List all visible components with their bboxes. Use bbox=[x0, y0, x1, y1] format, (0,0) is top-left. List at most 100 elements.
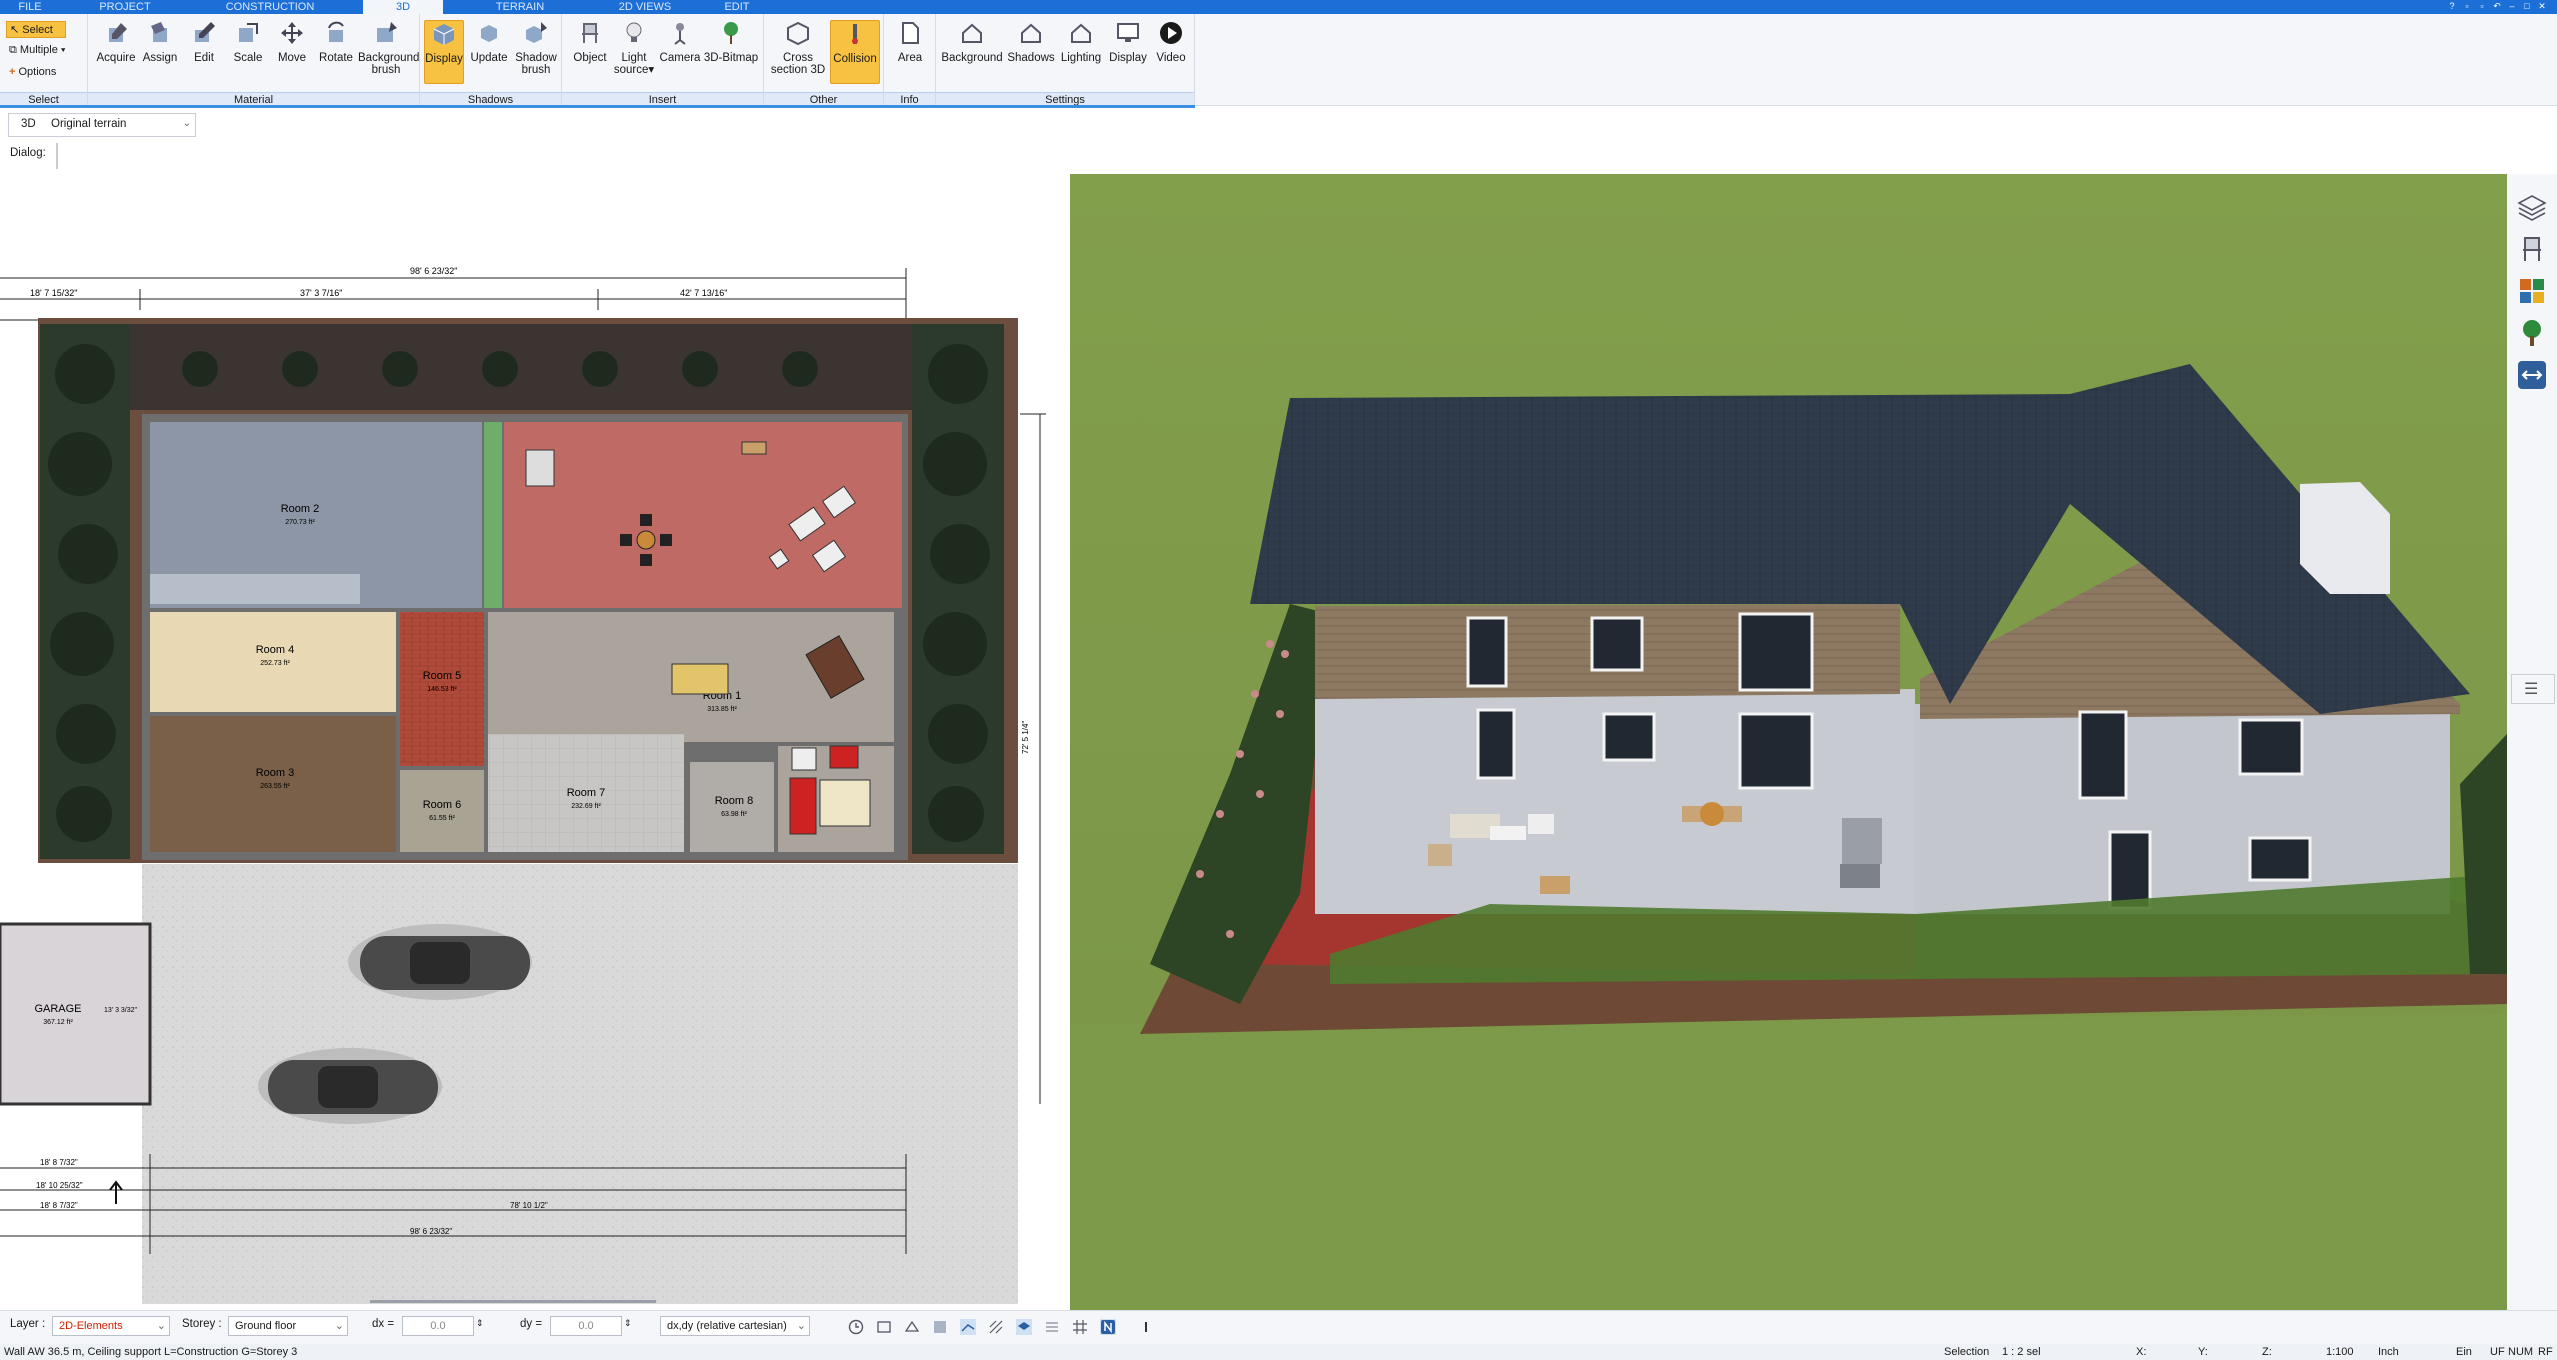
uf-indicator: UF bbox=[2490, 1346, 2505, 1358]
layer-label: Layer : bbox=[10, 1318, 46, 1330]
tab-terrain[interactable]: TERRAIN bbox=[480, 0, 560, 14]
group-label-material: Material bbox=[88, 92, 419, 106]
dx-input[interactable]: 0.0 bbox=[402, 1316, 474, 1336]
light-source-button[interactable]: Light source▾ bbox=[612, 20, 656, 76]
cross-section-3d-button[interactable]: Cross section 3D bbox=[768, 20, 828, 76]
multiple-button[interactable]: ⧉ Multiple ▾ bbox=[6, 42, 86, 59]
assign-button[interactable]: Assign bbox=[138, 20, 182, 64]
settings-icon[interactable]: ▫ bbox=[2462, 1, 2472, 11]
more-icon[interactable] bbox=[1138, 1319, 1154, 1335]
tab-3d[interactable]: 3D bbox=[363, 0, 443, 14]
shadow-brush-button[interactable]: Shadow brush bbox=[512, 20, 560, 76]
tab-file[interactable]: FILE bbox=[10, 0, 50, 14]
shadows-settings-button[interactable]: Shadows bbox=[1006, 20, 1056, 64]
bulb-icon bbox=[626, 22, 642, 42]
minimize-icon[interactable]: – bbox=[2507, 1, 2517, 11]
grid-snap-icon[interactable] bbox=[904, 1319, 920, 1335]
facade-lower-right bbox=[1915, 694, 2450, 914]
help-icon[interactable]: ? bbox=[2447, 1, 2457, 11]
north-icon[interactable] bbox=[1100, 1319, 1116, 1335]
tree-icon[interactable] bbox=[2517, 318, 2547, 348]
object-button[interactable]: Object bbox=[568, 20, 612, 64]
background-brush-button[interactable]: Background brush bbox=[358, 20, 419, 76]
tab-construction[interactable]: CONSTRUCTION bbox=[220, 0, 320, 14]
stairs bbox=[150, 574, 360, 604]
layer-view-icon[interactable] bbox=[1016, 1319, 1032, 1335]
chevron-down-icon: ⌄ bbox=[334, 1320, 344, 1332]
materials-icon[interactable] bbox=[2517, 276, 2547, 306]
room-label: Room 3 bbox=[256, 767, 295, 779]
area-button[interactable]: Area bbox=[888, 20, 932, 64]
snap-icon[interactable] bbox=[876, 1319, 892, 1335]
tree-icon bbox=[724, 22, 738, 44]
dim-right-seg: 42' 7 13/16" bbox=[680, 288, 727, 298]
line-snap-icon[interactable] bbox=[960, 1319, 976, 1335]
scale-button[interactable]: Scale bbox=[226, 20, 270, 64]
camera-button[interactable]: Camera bbox=[658, 20, 702, 64]
display-shadows-button[interactable]: Display bbox=[424, 20, 464, 84]
view-3d[interactable] bbox=[1070, 174, 2507, 1310]
maximize-icon[interactable]: □ bbox=[2522, 1, 2532, 11]
tab-2d-views[interactable]: 2D VIEWS bbox=[600, 0, 690, 14]
scene-3d-canvas[interactable] bbox=[1070, 174, 2507, 1310]
terrace-floor[interactable] bbox=[504, 422, 902, 608]
sidebar-collapse-tab[interactable]: ☰ bbox=[2511, 674, 2555, 704]
video-button[interactable]: Video bbox=[1150, 20, 1192, 64]
acquire-button[interactable]: Acquire bbox=[94, 20, 138, 64]
dy-stepper-icon[interactable]: ⇕ bbox=[624, 1318, 632, 1329]
layer-select[interactable]: 2D-Elements ⌄ bbox=[52, 1316, 170, 1336]
camera-icon bbox=[674, 23, 686, 45]
restore-icon[interactable]: ▫ bbox=[2477, 1, 2487, 11]
lighting-settings-button[interactable]: Lighting bbox=[1056, 20, 1106, 64]
edit-material-button[interactable]: Edit bbox=[182, 20, 226, 64]
layers-icon[interactable] bbox=[2517, 192, 2547, 222]
collision-button[interactable]: Collision bbox=[830, 20, 880, 84]
room-area: 263.55 ft² bbox=[260, 783, 290, 790]
select-button[interactable]: ↖ Select bbox=[6, 21, 66, 38]
3d-bitmap-button[interactable]: 3D-Bitmap bbox=[702, 20, 760, 64]
options-button[interactable]: + Options bbox=[6, 64, 76, 81]
input-mode: Ein bbox=[2456, 1346, 2472, 1358]
dim-garage: 13' 3 3/32" bbox=[104, 1007, 138, 1014]
chevron-down-icon[interactable]: ⌄ bbox=[183, 118, 191, 129]
close-icon[interactable]: ✕ bbox=[2537, 1, 2547, 11]
view-toggle-icon[interactable] bbox=[2517, 360, 2547, 390]
ribbon-group-insert: Object Light source▾ Camera 3D-Bitmap In… bbox=[562, 14, 764, 106]
table-icon[interactable] bbox=[1044, 1319, 1060, 1335]
room-area: 232.69 ft² bbox=[571, 803, 601, 810]
tab-edit[interactable]: EDIT bbox=[712, 0, 762, 14]
undo-icon[interactable]: ↶ bbox=[2492, 1, 2502, 11]
dx-stepper-icon[interactable]: ⇕ bbox=[476, 1318, 484, 1329]
coord-mode-select[interactable]: dx,dy (relative cartesian) ⌄ bbox=[660, 1316, 810, 1336]
room-8-floor[interactable] bbox=[690, 762, 774, 852]
update-shadows-button[interactable]: Update bbox=[468, 20, 510, 64]
rotate-button[interactable]: Rotate bbox=[314, 20, 358, 64]
move-button[interactable]: Move bbox=[270, 20, 314, 64]
plus-icon: + bbox=[9, 66, 16, 78]
area-icon bbox=[902, 22, 919, 44]
plan-canvas[interactable]: 98' 6 23/32" 18' 7 15/32" 37' 3 7/16" 42… bbox=[0, 174, 1050, 1304]
chair-icon[interactable] bbox=[2517, 234, 2547, 264]
room-6-floor[interactable] bbox=[400, 770, 484, 852]
display-settings-button[interactable]: Display bbox=[1106, 20, 1150, 64]
hatch-icon[interactable] bbox=[988, 1319, 1004, 1335]
view-value: Original terrain bbox=[51, 118, 127, 130]
tab-project[interactable]: PROJECT bbox=[90, 0, 160, 14]
background-settings-button[interactable]: Background bbox=[940, 20, 1004, 64]
scale-icon bbox=[239, 23, 258, 42]
hedge-left bbox=[40, 324, 130, 859]
car-bottom bbox=[258, 1048, 442, 1124]
grid-icon[interactable] bbox=[1072, 1319, 1088, 1335]
dim-left-seg: 18' 7 15/32" bbox=[30, 288, 77, 298]
floor-plan-2d[interactable]: 98' 6 23/32" 18' 7 15/32" 37' 3 7/16" 42… bbox=[0, 174, 1050, 1304]
clock-icon[interactable] bbox=[848, 1319, 864, 1335]
plan-hscrollbar[interactable] bbox=[370, 1300, 656, 1303]
object-snap-icon[interactable] bbox=[932, 1319, 948, 1335]
view-select[interactable]: 3D Original terrain ⌄ bbox=[8, 113, 196, 137]
storey-select[interactable]: Ground floor ⌄ bbox=[228, 1316, 348, 1336]
window-green bbox=[484, 422, 502, 608]
dim-bottom-total: 98' 6 23/32" bbox=[410, 1227, 452, 1236]
dy-input[interactable]: 0.0 bbox=[550, 1316, 622, 1336]
scale-value: 1:100 bbox=[2326, 1346, 2354, 1358]
view-type-label: 3D bbox=[21, 118, 36, 130]
